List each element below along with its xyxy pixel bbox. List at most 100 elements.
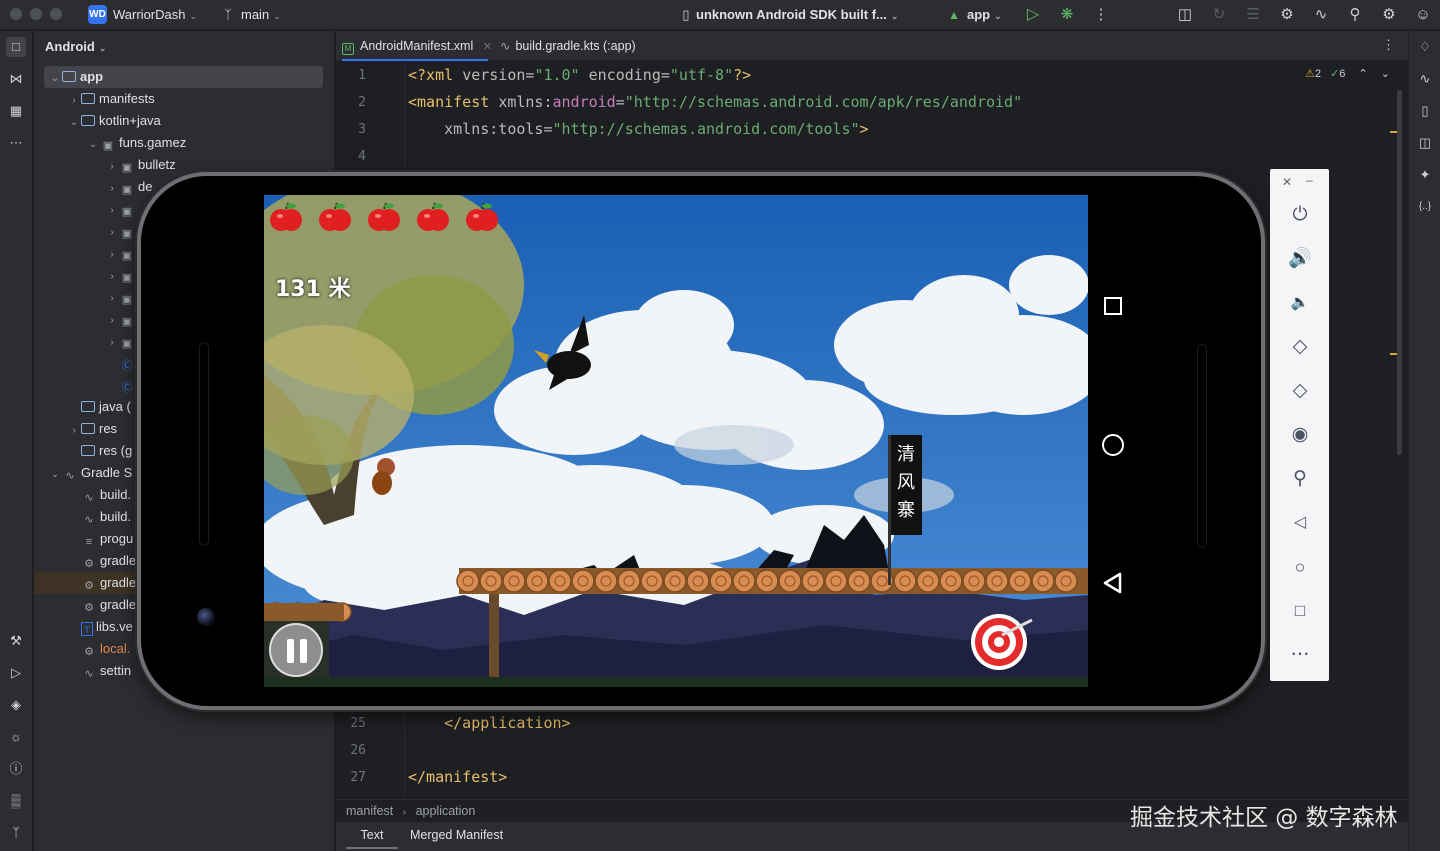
project-tool-icon[interactable]: □	[6, 37, 26, 57]
chevron-right-icon[interactable]: ›	[105, 156, 119, 178]
volume-up-icon[interactable]: 🔊	[1288, 247, 1312, 271]
tab-merged-manifest[interactable]: Merged Manifest	[410, 822, 503, 849]
chevron-right-icon[interactable]: ›	[105, 288, 119, 310]
device-manager-icon[interactable]: ▯	[1415, 101, 1435, 121]
folder-icon	[81, 401, 95, 412]
breadcrumb-item[interactable]: manifest	[346, 804, 393, 818]
window-minimize-dot[interactable]	[30, 8, 42, 20]
gradle-file-icon: ∿	[500, 39, 511, 53]
inspection-widget[interactable]: ⚠2 ✓6 ⌃ ⌄	[1305, 67, 1390, 80]
account-icon[interactable]: ☺	[1413, 5, 1433, 25]
run-config-selector[interactable]: app ⌄	[967, 7, 1002, 22]
chevron-down-icon[interactable]: ⌄	[1381, 68, 1390, 80]
folder-icon	[81, 445, 95, 456]
back-icon[interactable]: ◁	[1288, 511, 1312, 535]
home-button[interactable]	[1102, 434, 1124, 456]
gradle-sync-icon[interactable]: ∿	[1311, 5, 1331, 25]
device-explorer-icon[interactable]: ◫	[1415, 133, 1435, 153]
tree-item-label: bulletz	[138, 157, 176, 172]
chevron-down-icon[interactable]: ⌄	[48, 68, 62, 90]
chevron-down-icon[interactable]: ⌄	[48, 464, 62, 486]
camera-icon[interactable]: ◉	[1288, 423, 1312, 447]
tree-item-label: Gradle S	[81, 465, 133, 480]
more-tools-icon[interactable]: ⋯	[6, 133, 26, 153]
code-line: </manifest>	[408, 768, 508, 786]
tree-item-label: gradle	[100, 575, 137, 590]
tree-item-label: progu	[100, 531, 134, 546]
volume-down-icon[interactable]: 🔈	[1288, 291, 1312, 315]
device-manager-icon[interactable]: ◫	[1175, 5, 1195, 25]
project-selector[interactable]: WarriorDash ⌄	[113, 7, 197, 22]
back-button[interactable]	[1102, 572, 1124, 594]
debug-icon[interactable]: ❋	[1057, 5, 1077, 25]
tab-text[interactable]: Text	[346, 822, 398, 849]
tab-options-icon[interactable]: ⋮	[1382, 37, 1395, 53]
close-icon[interactable]: ✕	[483, 41, 492, 53]
chevron-right-icon[interactable]: ›	[105, 178, 119, 200]
tree-item[interactable]: ⌄ app	[44, 66, 323, 88]
gear-icon: ⚙	[84, 558, 94, 570]
tab-android-manifest[interactable]: M AndroidManifest.xml ✕	[342, 31, 492, 61]
tree-item[interactable]: › manifests	[34, 88, 334, 110]
tree-item[interactable]: ⌄ kotlin+java	[34, 110, 334, 132]
commit-tool-icon[interactable]: ⋈	[6, 69, 26, 89]
overview-button[interactable]	[1104, 297, 1122, 315]
code-line: <manifest xmlns:android="http://schemas.…	[408, 93, 1023, 111]
home-icon[interactable]: ○	[1288, 555, 1312, 579]
problems-icon[interactable]: ⓘ	[6, 759, 26, 779]
more-icon[interactable]: ⋯	[1288, 643, 1312, 667]
branch-selector[interactable]: main ⌄	[241, 7, 281, 22]
close-icon[interactable]: ✕	[1282, 175, 1292, 189]
overview-icon[interactable]: □	[1288, 599, 1312, 623]
settings-icon[interactable]: ⚙	[1379, 5, 1399, 25]
sync-icon[interactable]: ↻	[1209, 5, 1229, 25]
chevron-right-icon[interactable]: ›	[105, 332, 119, 354]
chevron-right-icon[interactable]: ›	[105, 222, 119, 244]
chevron-right-icon[interactable]: ›	[105, 266, 119, 288]
run-icon[interactable]: ▷	[1023, 5, 1043, 25]
git-icon[interactable]: ᛉ	[6, 823, 26, 843]
terminal-icon[interactable]: ▒	[6, 791, 26, 811]
chevron-down-icon[interactable]: ⌄	[67, 112, 81, 134]
build-tool-icon[interactable]: ⚒	[6, 631, 26, 651]
log-end	[594, 569, 618, 593]
rotate-right-icon[interactable]: ◇	[1288, 379, 1312, 403]
json-icon[interactable]: {..}	[1415, 197, 1435, 217]
more-actions-icon[interactable]: ⋮	[1091, 5, 1111, 25]
notifications-icon[interactable]: ♢	[1415, 37, 1435, 57]
chevron-right-icon[interactable]: ›	[105, 200, 119, 222]
project-badge[interactable]: WD	[88, 5, 107, 24]
profiler-icon[interactable]: ☰	[1243, 5, 1263, 25]
gemini-icon[interactable]: ✦	[1415, 165, 1435, 185]
tree-item[interactable]: ⌄ ▣ funs.gamez	[34, 132, 334, 154]
zoom-icon[interactable]: ⚲	[1288, 467, 1312, 491]
logcat-icon[interactable]: ☼	[6, 727, 26, 747]
pause-button[interactable]	[269, 623, 323, 677]
chevron-right-icon[interactable]: ›	[105, 244, 119, 266]
window-zoom-dot[interactable]	[50, 8, 62, 20]
app-quality-icon[interactable]: ◈	[6, 695, 26, 715]
gradle-tool-icon[interactable]: ∿	[1415, 69, 1435, 89]
game-screen[interactable]: 131 米 清风寨	[264, 195, 1088, 687]
line-number: 2	[358, 95, 366, 110]
chevron-right-icon[interactable]: ›	[67, 90, 81, 112]
chevron-right-icon[interactable]: ›	[67, 420, 81, 442]
project-view-selector[interactable]: Android ⌄	[45, 39, 106, 54]
minimize-icon[interactable]: –	[1306, 173, 1313, 187]
scrollbar[interactable]	[1397, 90, 1402, 455]
rotate-left-icon[interactable]: ◇	[1288, 335, 1312, 359]
apple-life-icon	[270, 202, 302, 231]
bug-icon[interactable]: ⚙	[1277, 5, 1297, 25]
tab-label: AndroidManifest.xml	[360, 39, 474, 53]
chevron-down-icon[interactable]: ⌄	[86, 134, 100, 156]
breadcrumb-item[interactable]: application	[416, 804, 476, 818]
structure-tool-icon[interactable]: ▦	[6, 101, 26, 121]
device-selector[interactable]: unknown Android SDK built f... ⌄	[696, 7, 898, 22]
run-tool-icon[interactable]: ▷	[6, 663, 26, 683]
chevron-up-icon[interactable]: ⌃	[1358, 68, 1367, 80]
power-icon[interactable]: ⏻	[1288, 203, 1312, 227]
window-close-dot[interactable]	[10, 8, 22, 20]
search-icon[interactable]: ⚲	[1345, 5, 1365, 25]
tab-build-gradle[interactable]: ∿ build.gradle.kts (:app)	[500, 31, 636, 61]
chevron-right-icon[interactable]: ›	[105, 310, 119, 332]
